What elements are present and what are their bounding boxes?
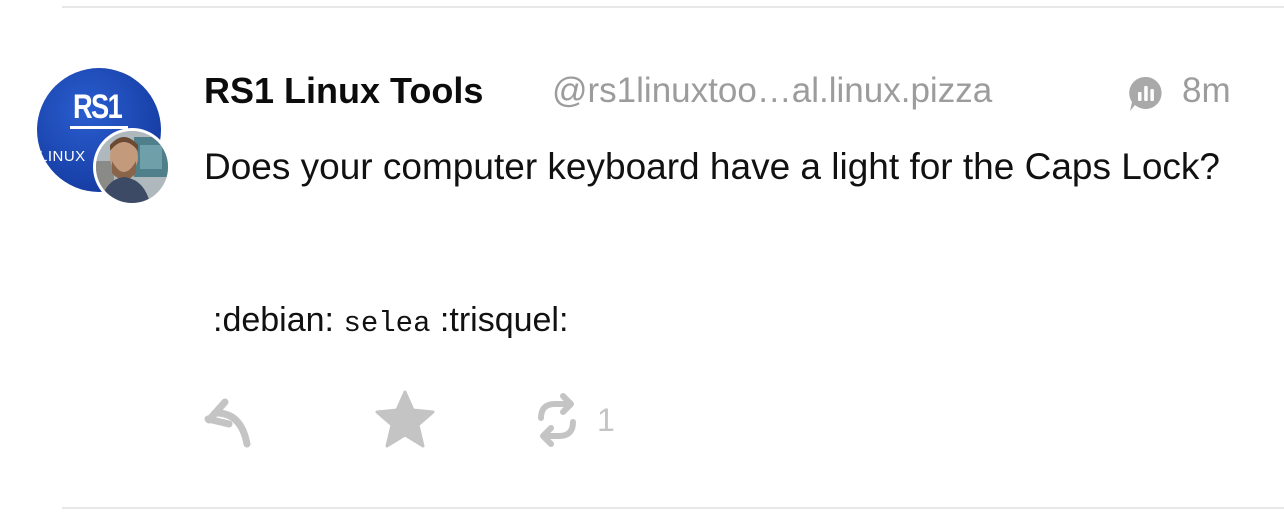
top-divider (62, 6, 1284, 8)
account-avatar[interactable] (93, 128, 171, 206)
avatar-logo-subtext: LINUX (39, 148, 86, 165)
avatar-logo-bar (70, 126, 128, 129)
reply-button[interactable] (195, 388, 259, 452)
boost-button[interactable] (527, 388, 587, 452)
status-actions: 1 (195, 388, 695, 458)
boost-icon (538, 393, 576, 447)
bottom-divider (62, 507, 1284, 509)
status-emoji-line: :debian: selea :trisquel: (213, 301, 568, 340)
author-display-name[interactable]: RS1 Linux Tools (204, 70, 483, 112)
emoji-shortcode-trisquel: :trisquel: (439, 301, 569, 339)
post-timestamp[interactable]: 8m (1182, 71, 1231, 111)
inline-code: selea (343, 307, 431, 340)
status-header: RS1 Linux Tools @rs1linuxtoo…al.linux.pi… (204, 68, 1246, 114)
avatar-logo-text: RS1 (73, 88, 123, 126)
favourite-button[interactable] (373, 388, 437, 452)
reply-icon (204, 398, 251, 448)
status-content: Does your computer keyboard have a light… (204, 146, 1221, 187)
chart-bubble-icon (1126, 74, 1166, 114)
boost-count: 1 (597, 402, 615, 438)
star-icon (375, 390, 435, 448)
emoji-shortcode-debian: :debian: (213, 301, 334, 339)
author-handle[interactable]: @rs1linuxtoo…al.linux.pizza (552, 71, 992, 111)
